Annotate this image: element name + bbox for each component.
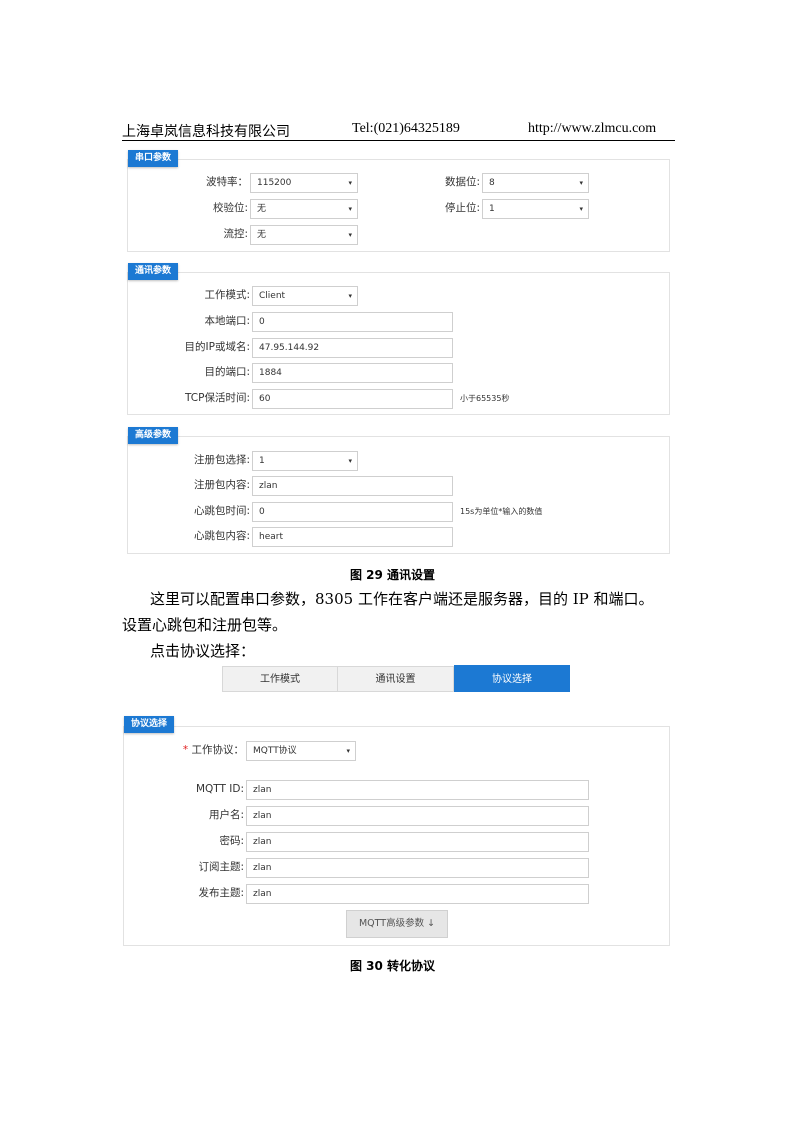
databits-select[interactable]: 8 ▾ bbox=[482, 173, 589, 193]
proto-label: 工作协议： bbox=[191, 744, 245, 756]
databits-value: 8 bbox=[489, 178, 495, 188]
chevron-down-icon: ▾ bbox=[348, 205, 352, 213]
keepalive-label: TCP保活时间: bbox=[185, 392, 250, 404]
tab-comm-settings[interactable]: 通讯设置 bbox=[337, 666, 454, 692]
header-company: 上海卓岚信息科技有限公司 bbox=[122, 125, 290, 140]
local-port-label: 本地端口: bbox=[204, 315, 250, 327]
stopbits-value: 1 bbox=[489, 204, 495, 214]
password-input[interactable]: zlan bbox=[246, 832, 589, 852]
password-label: 密码: bbox=[219, 835, 244, 847]
chevron-down-icon: ▾ bbox=[348, 457, 352, 465]
flow-select[interactable]: 无 ▾ bbox=[250, 225, 358, 245]
baud-select[interactable]: 115200 ▾ bbox=[250, 173, 358, 193]
body-paragraph-line1: 这里可以配置串口参数，8305 工作在客户端还是服务器，目的 IP 和端口。 bbox=[150, 590, 654, 608]
parity-label: 校验位: bbox=[212, 202, 248, 214]
comm-panel-title: 通讯参数 bbox=[128, 263, 179, 280]
chevron-down-icon: ▾ bbox=[348, 292, 352, 300]
flow-value: 无 bbox=[257, 230, 267, 240]
baud-value: 115200 bbox=[257, 178, 292, 188]
reg-content-label: 注册包内容: bbox=[193, 479, 250, 491]
keepalive-hint: 小于65535秒 bbox=[460, 394, 510, 403]
header-tel: Tel:(021)64325189 bbox=[352, 121, 460, 136]
chevron-down-icon: ▾ bbox=[348, 179, 352, 187]
figure-caption-30: 图 30 转化协议 bbox=[350, 959, 436, 973]
mqtt-advanced-button[interactable]: MQTT高级参数 ↓ bbox=[346, 910, 448, 938]
baud-label: 波特率： bbox=[206, 176, 248, 188]
keepalive-input[interactable]: 60 bbox=[252, 389, 453, 409]
protocol-panel-title: 协议选择 bbox=[124, 716, 175, 733]
dest-port-label: 目的端口: bbox=[204, 366, 250, 378]
header-divider bbox=[122, 140, 675, 141]
tab-work-mode[interactable]: 工作模式 bbox=[222, 666, 338, 692]
serial-panel-title: 串口参数 bbox=[128, 150, 179, 167]
subscribe-topic-input[interactable]: zlan bbox=[246, 858, 589, 878]
flow-label: 流控: bbox=[223, 228, 248, 240]
username-input[interactable]: zlan bbox=[246, 806, 589, 826]
publish-topic-input[interactable]: zlan bbox=[246, 884, 589, 904]
chevron-down-icon: ▾ bbox=[579, 205, 583, 213]
chevron-down-icon: ▾ bbox=[348, 231, 352, 239]
chevron-down-icon: ▾ bbox=[346, 747, 350, 755]
proto-value: MQTT协议 bbox=[253, 746, 297, 756]
required-mark: * bbox=[182, 744, 189, 756]
mode-value: Client bbox=[259, 291, 286, 301]
dest-ip-label: 目的IP或域名: bbox=[184, 341, 250, 353]
stopbits-label: 停止位: bbox=[444, 202, 480, 214]
proto-label-wrap: * 工作协议： bbox=[150, 740, 244, 760]
chevron-down-icon: ▾ bbox=[579, 179, 583, 187]
databits-label: 数据位: bbox=[444, 176, 480, 188]
reg-select-label: 注册包选择: bbox=[193, 454, 250, 466]
dest-ip-input[interactable]: 47.95.144.92 bbox=[252, 338, 453, 358]
body-paragraph-click: 点击协议选择： bbox=[150, 642, 256, 660]
adv-panel-title: 高级参数 bbox=[128, 427, 179, 444]
proto-select[interactable]: MQTT协议 ▾ bbox=[246, 741, 356, 761]
username-label: 用户名: bbox=[208, 809, 244, 821]
header-url: http://www.zlmcu.com bbox=[528, 121, 657, 136]
reg-select-value: 1 bbox=[259, 456, 265, 466]
subscribe-topic-label: 订阅主题: bbox=[198, 861, 244, 873]
mqtt-id-input[interactable]: zlan bbox=[246, 780, 589, 800]
mqtt-id-label: MQTT ID: bbox=[195, 783, 244, 795]
hb-content-label: 心跳包内容: bbox=[193, 530, 250, 542]
tab-protocol-select[interactable]: 协议选择 bbox=[454, 665, 570, 692]
body-paragraph-line2: 设置心跳包和注册包等。 bbox=[122, 616, 288, 634]
hb-time-hint: 15s为单位*输入的数值 bbox=[460, 507, 543, 516]
parity-value: 无 bbox=[257, 204, 267, 214]
publish-topic-label: 发布主题: bbox=[198, 887, 244, 899]
dest-port-input[interactable]: 1884 bbox=[252, 363, 453, 383]
parity-select[interactable]: 无 ▾ bbox=[250, 199, 358, 219]
reg-content-input[interactable]: zlan bbox=[252, 476, 453, 496]
hb-time-label: 心跳包时间: bbox=[193, 505, 250, 517]
hb-time-input[interactable]: 0 bbox=[252, 502, 453, 522]
mode-label: 工作模式: bbox=[204, 289, 250, 301]
local-port-input[interactable]: 0 bbox=[252, 312, 453, 332]
hb-content-input[interactable]: heart bbox=[252, 527, 453, 547]
stopbits-select[interactable]: 1 ▾ bbox=[482, 199, 589, 219]
reg-select[interactable]: 1 ▾ bbox=[252, 451, 358, 471]
mode-select[interactable]: Client ▾ bbox=[252, 286, 358, 306]
figure-caption-29: 图 29 通讯设置 bbox=[350, 568, 436, 582]
